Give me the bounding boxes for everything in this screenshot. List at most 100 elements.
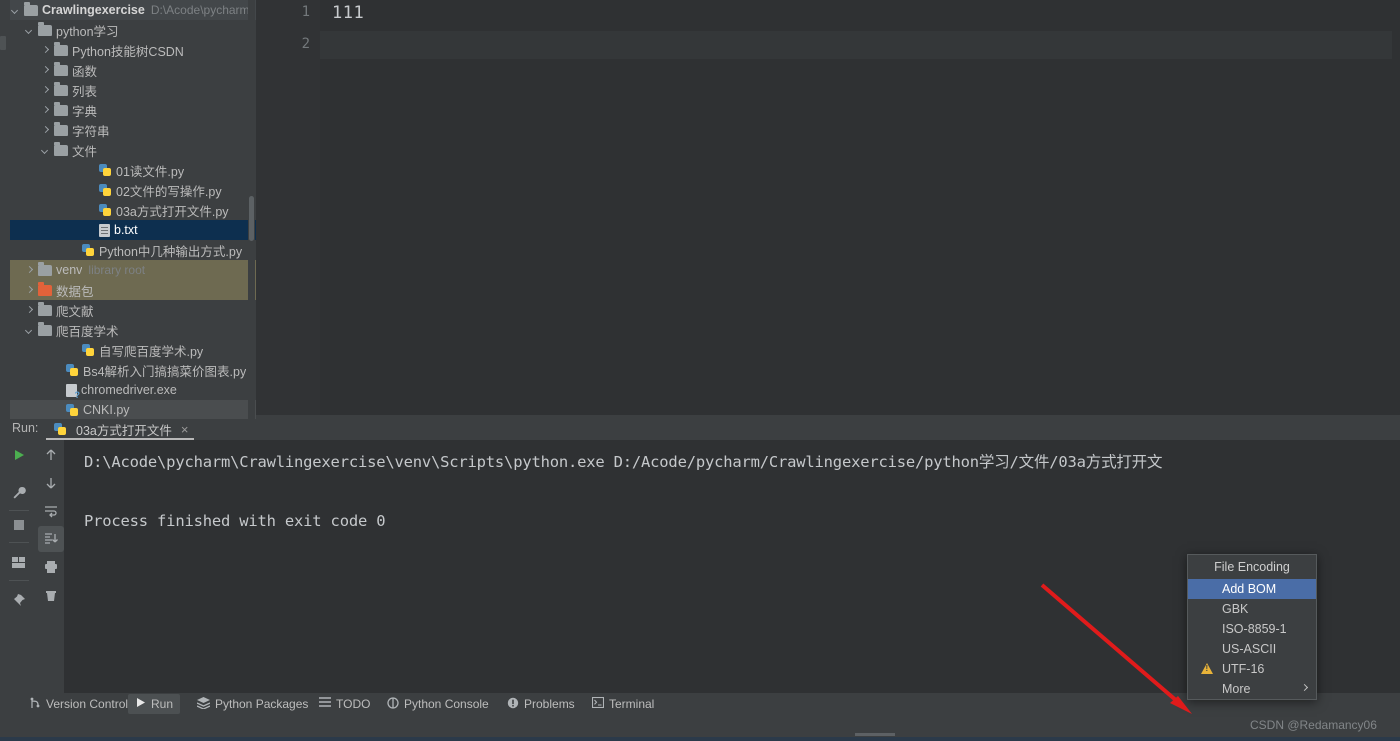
chevron-right-icon[interactable]: [40, 125, 51, 136]
popup-menu-item[interactable]: GBK: [1188, 599, 1316, 619]
left-tool-strip: [0, 0, 10, 419]
tool-window-tab-label: Python Console: [404, 697, 489, 711]
tree-item[interactable]: 文件: [10, 140, 256, 160]
tree-item-label: python学习: [56, 24, 119, 39]
tool-window-tab-terminal[interactable]: Terminal: [585, 694, 661, 714]
python-file-icon: [82, 243, 95, 257]
tree-item[interactable]: chromedriver.exe: [10, 380, 256, 400]
python-file-icon: [99, 183, 112, 197]
bottom-progress-marker: [855, 733, 895, 736]
print-button[interactable]: [38, 554, 64, 580]
tree-item[interactable]: 列表: [10, 80, 256, 100]
tool-window-tab-todo[interactable]: TODO: [312, 694, 377, 714]
scrollbar-thumb[interactable]: [249, 196, 254, 241]
tree-item-label: 爬百度学术: [56, 324, 119, 339]
down-button[interactable]: [38, 470, 64, 496]
list-icon: [319, 697, 331, 711]
tool-window-tab-problems[interactable]: Problems: [500, 694, 582, 714]
tree-item[interactable]: 自写爬百度学术.py: [10, 340, 256, 360]
stop-button[interactable]: [6, 512, 32, 538]
scroll-end-button[interactable]: [38, 526, 64, 552]
chevron-right-icon[interactable]: [40, 105, 51, 116]
tree-item-label: 字典: [72, 104, 98, 119]
tool-window-tab-python-console[interactable]: Python Console: [380, 694, 496, 714]
tree-item[interactable]: 数据包: [10, 280, 256, 300]
tree-item[interactable]: 字典: [10, 100, 256, 120]
console-line-result: Process finished with exit code 0: [84, 512, 386, 530]
pin-button[interactable]: [6, 588, 32, 614]
run-configuration-tab[interactable]: 03a方式打开文件 ×: [48, 419, 194, 439]
tree-item-label: venv: [56, 263, 83, 277]
tree-item-label: 数据包: [56, 284, 94, 299]
csdn-watermark: CSDN @Redamancy06: [1250, 718, 1377, 732]
folder-icon: [38, 281, 52, 296]
text-file-icon: [99, 223, 110, 237]
tree-item[interactable]: Python技能树CSDN: [10, 40, 256, 60]
run-button[interactable]: [6, 442, 32, 468]
tree-item-label: 文件: [72, 144, 98, 159]
popup-menu-item[interactable]: Add BOM: [1188, 579, 1316, 599]
chevron-right-icon[interactable]: [40, 45, 51, 56]
tree-item[interactable]: python学习: [10, 20, 256, 40]
chevron-right-icon[interactable]: [24, 305, 35, 316]
chevron-right-icon[interactable]: [24, 285, 35, 296]
tree-item[interactable]: 字符串: [10, 120, 256, 140]
tree-item[interactable]: 01读文件.py: [10, 160, 256, 180]
tree-item-label: Crawlingexercise: [42, 3, 145, 17]
popup-menu-item-label: UTF-16: [1222, 662, 1265, 676]
tool-window-tab-label: Terminal: [609, 697, 655, 711]
chevron-right-icon: [1300, 683, 1309, 692]
python-file-icon: [99, 163, 112, 177]
popup-menu-item[interactable]: UTF-16: [1188, 659, 1316, 679]
code-editor[interactable]: 1 2 111: [256, 0, 1400, 415]
folder-icon: [54, 81, 68, 96]
tool-window-tab-version-control[interactable]: Version Control: [22, 694, 135, 714]
settings-button[interactable]: [6, 480, 32, 506]
tree-item[interactable]: Python中几种输出方式.py: [10, 240, 256, 260]
editor-gutter[interactable]: 1 2: [256, 0, 320, 415]
tree-item-sublabel: D:\Acode\pycharm: [150, 3, 250, 17]
chevron-right-icon[interactable]: [40, 85, 51, 96]
tree-item[interactable]: Bs4解析入门搞搞菜价图表.py: [10, 360, 256, 380]
tool-window-tab-run[interactable]: Run: [128, 694, 181, 714]
tree-item[interactable]: CNKI.py: [10, 400, 256, 419]
tree-item[interactable]: Crawlingexercise D:\Acode\pycharm: [10, 0, 256, 20]
popup-menu-item-label: Add BOM: [1222, 582, 1277, 596]
tree-item-sublabel: library root: [88, 263, 146, 277]
soft-wrap-button[interactable]: [38, 498, 64, 524]
project-tool-tab[interactable]: [0, 36, 6, 50]
caret-line-highlight: [320, 31, 1400, 59]
popup-menu-item[interactable]: US-ASCII: [1188, 639, 1316, 659]
python-icon: [54, 422, 67, 436]
tree-item[interactable]: 爬文献: [10, 300, 256, 320]
chevron-down-icon[interactable]: [40, 145, 51, 156]
file-encoding-popup[interactable]: File Encoding Add BOM GBK ISO-8859-1 US-ASC…: [1187, 554, 1317, 700]
project-tree[interactable]: Crawlingexercise D:\Acode\pycharm python学习…: [10, 0, 256, 419]
popup-menu-item-label: US-ASCII: [1222, 642, 1277, 656]
tree-item[interactable]: 爬百度学术: [10, 320, 256, 340]
packages-icon: [196, 696, 211, 712]
tree-item[interactable]: venv library root: [10, 260, 256, 280]
chevron-down-icon[interactable]: [24, 25, 35, 36]
tree-item[interactable]: 02文件的写操作.py: [10, 180, 256, 200]
layout-button[interactable]: [6, 550, 32, 576]
tree-item[interactable]: b.txt: [10, 220, 256, 240]
popup-menu-item[interactable]: ISO-8859-1: [1188, 619, 1316, 639]
clear-all-button[interactable]: [38, 582, 64, 608]
project-tree-vertical-scrollbar[interactable]: [248, 0, 255, 419]
tool-window-tab-python-packages[interactable]: Python Packages: [190, 694, 315, 714]
up-button[interactable]: [38, 442, 64, 468]
run-toolbar-left[interactable]: [0, 440, 38, 695]
chevron-right-icon[interactable]: [40, 65, 51, 76]
chevron-down-icon[interactable]: [10, 5, 21, 16]
chevron-right-icon[interactable]: [24, 265, 35, 276]
close-icon[interactable]: ×: [181, 422, 189, 437]
chevron-down-icon[interactable]: [24, 325, 35, 336]
popup-menu-item[interactable]: More: [1188, 679, 1316, 699]
run-toolbar-right[interactable]: [38, 440, 64, 695]
tool-window-tab-label: Run: [151, 697, 174, 711]
tree-item[interactable]: 函数: [10, 60, 256, 80]
tree-item[interactable]: 03a方式打开文件.py: [10, 200, 256, 220]
